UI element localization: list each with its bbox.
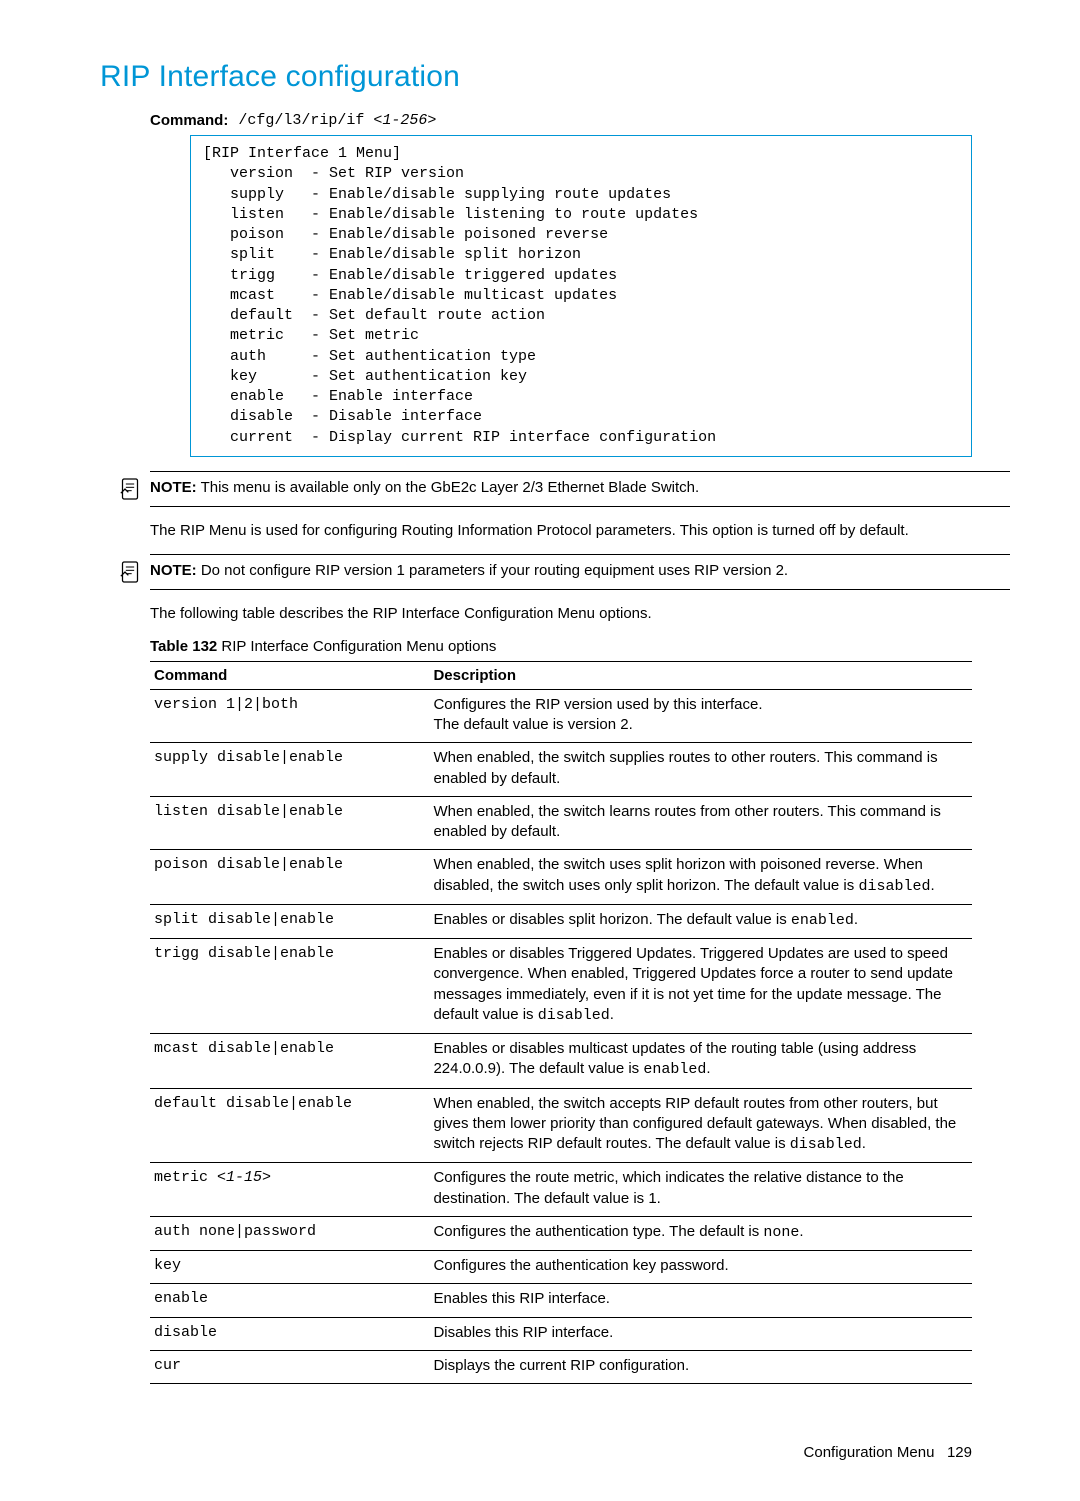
table-cell-command: cur: [150, 1350, 429, 1383]
note-label: NOTE:: [150, 562, 197, 579]
table-number: Table 132: [150, 638, 217, 655]
table-row: disableDisables this RIP interface.: [150, 1317, 972, 1350]
note-body: Do not configure RIP version 1 parameter…: [201, 562, 788, 579]
table-cell-command: listen disable|enable: [150, 796, 429, 850]
divider: [150, 506, 1010, 507]
table-cell-command: disable: [150, 1317, 429, 1350]
table-cell-command: version 1|2|both: [150, 689, 429, 743]
table-row: trigg disable|enableEnables or disables …: [150, 939, 972, 1034]
note-row: NOTE: Do not configure RIP version 1 par…: [120, 561, 1010, 583]
table-cell-description: Configures the RIP version used by this …: [429, 689, 972, 743]
table-row: supply disable|enableWhen enabled, the s…: [150, 743, 972, 797]
table-cell-description: Enables or disables split horizon. The d…: [429, 904, 972, 938]
table-cell-description: Configures the route metric, which indic…: [429, 1163, 972, 1217]
note-body: This menu is available only on the GbE2c…: [201, 479, 700, 496]
note-text: NOTE: Do not configure RIP version 1 par…: [150, 561, 1010, 581]
table-cell-description: When enabled, the switch supplies routes…: [429, 743, 972, 797]
table-row: auth none|passwordConfigures the authent…: [150, 1216, 972, 1250]
page-container: RIP Interface configuration Command: /cf…: [0, 0, 1080, 1501]
table-cell-description: Configures the authentication key passwo…: [429, 1251, 972, 1284]
table-cell-command: poison disable|enable: [150, 850, 429, 905]
table-cell-command: trigg disable|enable: [150, 939, 429, 1034]
note-icon: [120, 561, 140, 583]
options-table: Command Description version 1|2|bothConf…: [150, 661, 972, 1384]
table-header-description: Description: [429, 661, 972, 689]
table-row: default disable|enableWhen enabled, the …: [150, 1088, 972, 1163]
table-cell-description: Enables this RIP interface.: [429, 1284, 972, 1317]
table-cell-description: When enabled, the switch accepts RIP def…: [429, 1088, 972, 1163]
table-cell-description: Displays the current RIP configuration.: [429, 1350, 972, 1383]
table-caption: Table 132 RIP Interface Configuration Me…: [150, 638, 1010, 655]
note-label: NOTE:: [150, 479, 197, 496]
table-row: version 1|2|bothConfigures the RIP versi…: [150, 689, 972, 743]
paragraph: The RIP Menu is used for configuring Rou…: [150, 521, 1010, 541]
divider: [150, 554, 1010, 555]
table-cell-command: default disable|enable: [150, 1088, 429, 1163]
table-row: enableEnables this RIP interface.: [150, 1284, 972, 1317]
table-row: metric <1-15>Configures the route metric…: [150, 1163, 972, 1217]
menu-output-box: [RIP Interface 1 Menu] version - Set RIP…: [190, 135, 972, 457]
table-cell-command: split disable|enable: [150, 904, 429, 938]
table-row: poison disable|enableWhen enabled, the s…: [150, 850, 972, 905]
table-cell-command: supply disable|enable: [150, 743, 429, 797]
table-cell-description: Enables or disables multicast updates of…: [429, 1034, 972, 1089]
table-row: curDisplays the current RIP configuratio…: [150, 1350, 972, 1383]
table-title: RIP Interface Configuration Menu options: [217, 638, 496, 655]
note-icon: [120, 478, 140, 500]
table-header-command: Command: [150, 661, 429, 689]
page-footer: Configuration Menu 129: [100, 1444, 972, 1461]
divider: [150, 471, 1010, 472]
note-row: NOTE: This menu is available only on the…: [120, 478, 1010, 500]
table-cell-description: When enabled, the switch learns routes f…: [429, 796, 972, 850]
table-cell-description: When enabled, the switch uses split hori…: [429, 850, 972, 905]
table-cell-description: Disables this RIP interface.: [429, 1317, 972, 1350]
paragraph: The following table describes the RIP In…: [150, 604, 1010, 624]
table-cell-command: metric <1-15>: [150, 1163, 429, 1217]
table-cell-command: enable: [150, 1284, 429, 1317]
table-cell-description: Configures the authentication type. The …: [429, 1216, 972, 1250]
footer-section: Configuration Menu: [804, 1444, 935, 1461]
page-title: RIP Interface configuration: [100, 60, 1010, 94]
table-row: split disable|enableEnables or disables …: [150, 904, 972, 938]
divider: [150, 589, 1010, 590]
table-row: listen disable|enableWhen enabled, the s…: [150, 796, 972, 850]
table-cell-command: key: [150, 1251, 429, 1284]
note-text: NOTE: This menu is available only on the…: [150, 478, 1010, 498]
command-line: Command: /cfg/l3/rip/if <1-256>: [150, 112, 1010, 129]
table-cell-description: Enables or disables Triggered Updates. T…: [429, 939, 972, 1034]
table-row: keyConfigures the authentication key pas…: [150, 1251, 972, 1284]
command-path: /cfg/l3/rip/if: [238, 112, 373, 129]
table-cell-command: mcast disable|enable: [150, 1034, 429, 1089]
command-label: Command:: [150, 112, 228, 129]
footer-page-number: 129: [947, 1444, 972, 1461]
command-arg: <1-256>: [373, 112, 436, 129]
table-row: mcast disable|enableEnables or disables …: [150, 1034, 972, 1089]
table-cell-command: auth none|password: [150, 1216, 429, 1250]
